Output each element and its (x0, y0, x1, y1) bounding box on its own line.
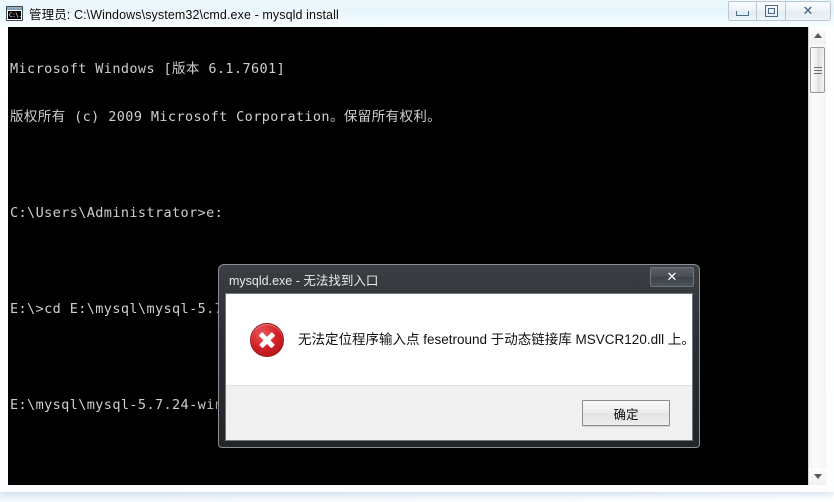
dialog-close-button[interactable]: ✕ (650, 267, 694, 287)
console-vertical-scrollbar[interactable] (808, 27, 826, 485)
close-glyph: ✕ (802, 3, 814, 19)
scrollbar-thumb[interactable] (810, 47, 825, 93)
minimize-icon (729, 2, 756, 20)
window-titlebar[interactable]: C:\. 管理员: C:\Windows\system32\cmd.exe - … (0, 0, 834, 26)
console-line: 版权所有 (c) 2009 Microsoft Corporation。保留所有… (10, 109, 442, 125)
cmd-exe-icon: C:\. (6, 5, 23, 21)
console-line: C:\Users\Administrator>e: (10, 205, 224, 221)
scroll-up-button[interactable] (809, 27, 826, 44)
dialog-message: 无法定位程序输入点 fesetround 于动态链接库 MSVCR120.dll… (298, 332, 693, 347)
close-button[interactable]: ✕ (786, 1, 831, 21)
dialog-title: mysqld.exe - 无法找到入口 (229, 273, 379, 288)
dialog-button-bar: 确定 (226, 385, 692, 440)
close-icon: ✕ (786, 2, 830, 20)
screen: C:\. 管理员: C:\Windows\system32\cmd.exe - … (0, 0, 834, 502)
icon-screen-label: C:\. (8, 10, 22, 19)
error-dialog: mysqld.exe - 无法找到入口 ✕ 无法定位程序输入点 fesetrou… (218, 264, 700, 448)
close-icon: ✕ (666, 269, 678, 285)
scroll-down-button[interactable] (809, 468, 826, 485)
icon-titlebar-strip (7, 6, 22, 10)
restore-icon (757, 2, 785, 20)
console-line: Microsoft Windows [版本 6.1.7601] (10, 61, 286, 77)
maximize-button[interactable] (757, 1, 786, 21)
minimize-button[interactable] (728, 1, 757, 21)
chevron-down-icon (813, 474, 822, 479)
chevron-up-icon (813, 33, 822, 38)
window-controls: ✕ (728, 1, 831, 22)
dialog-message-area: 无法定位程序输入点 fesetround 于动态链接库 MSVCR120.dll… (226, 294, 692, 386)
error-icon (250, 323, 284, 357)
dialog-titlebar[interactable]: mysqld.exe - 无法找到入口 ✕ (219, 265, 699, 293)
dialog-body: 无法定位程序输入点 fesetround 于动态链接库 MSVCR120.dll… (225, 293, 693, 441)
scrollbar-grip-icon (813, 66, 822, 74)
ok-button[interactable]: 确定 (582, 400, 670, 426)
window-title: 管理员: C:\Windows\system32\cmd.exe - mysql… (29, 7, 339, 22)
